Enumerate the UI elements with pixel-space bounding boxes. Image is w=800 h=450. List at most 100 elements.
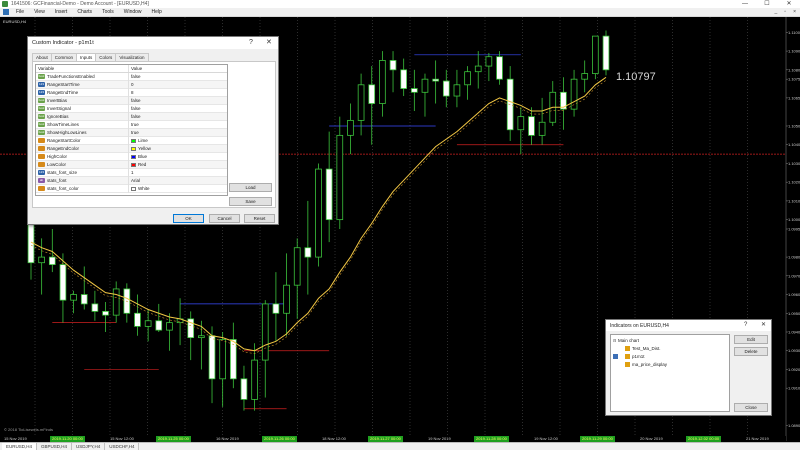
indicators-close-icon[interactable]: ✕ [761,320,766,331]
tree-indicator-test-ma-dist[interactable]: Test_Ma_Dist. [625,345,661,352]
help-button[interactable]: ? [249,37,253,49]
input-value-cell[interactable]: false [129,73,227,81]
bearish-candle [432,78,439,82]
str-type-icon: ab [38,178,45,183]
input-value-text: 8 [131,90,134,95]
bullish-candle [538,121,546,136]
save-button[interactable]: Save [229,197,272,206]
tab-visualization[interactable]: Visualization [115,53,149,61]
menu-bar: File View Insert Charts Tools Window Hel… [0,8,800,17]
maximize-button[interactable]: ☐ [756,0,778,8]
input-value-text: 0 [131,82,134,87]
bearish-candle [368,84,376,104]
tab-usdchf[interactable]: USDCHF,H4 [105,443,140,450]
input-variable-cell: HighColor [36,152,129,161]
input-variable-cell: bool InvertSignal [36,104,129,113]
menu-window[interactable]: Window [119,9,147,15]
tree-indicator-label: p1m1t [632,354,645,359]
input-variable-cell: bool ShowHighLowLines [36,128,129,137]
input-value-cell[interactable]: false [129,97,227,105]
bearish-candle [389,60,397,71]
input-variable-name: RangeEndColor [47,146,80,151]
child-restore-button[interactable]: ▫ [784,8,786,17]
child-minimize-button[interactable]: _ [775,8,778,17]
tab-common[interactable]: Common [50,53,78,61]
bool-type-icon: bool [38,74,45,79]
close-window-button[interactable]: ✕ [778,0,800,8]
price-axis-label: 1.1040 [788,142,800,147]
bearish-candle [602,35,610,71]
input-value-cell[interactable]: false [129,105,227,113]
input-value-cell[interactable]: White [129,185,227,193]
input-variable-name: IgnoreBias [47,114,69,119]
tree-indicator-ma-price-display[interactable]: ma_price_display [625,361,667,368]
bullish-candle [485,56,493,67]
input-value-cell[interactable]: true [129,129,227,137]
bearish-candle [59,264,67,301]
input-row[interactable]: stats_font_color White [36,184,227,193]
input-value-cell[interactable]: 0 [129,81,227,89]
bullish-candle [517,116,525,131]
bullish-candle [474,65,482,73]
indicator-icon [625,362,630,367]
input-value-cell[interactable]: false [129,113,227,121]
edit-button[interactable]: Edit [734,335,768,344]
bearish-candle [528,116,535,136]
bearish-candle [272,303,280,314]
input-variable-cell: LowColor [36,160,129,169]
reset-button[interactable]: Reset [244,214,275,223]
dialog-close-icon[interactable]: ✕ [266,37,272,49]
ok-button[interactable]: OK [173,214,204,223]
input-value-cell[interactable]: Lime [129,137,227,145]
bullish-candle [581,73,589,80]
input-value-cell[interactable]: Arial [129,177,227,185]
menu-view[interactable]: View [29,9,50,15]
tree-main-chart-label: Main chart [618,338,640,343]
input-value-cell[interactable]: Blue [129,153,227,161]
dialog-title: Custom Indicator - p1m1t [32,40,94,46]
menu-charts[interactable]: Charts [72,9,97,15]
color-swatch [131,146,136,151]
load-button[interactable]: Load [229,183,272,192]
bullish-candle [219,339,226,380]
bearish-candle [442,80,450,97]
bullish-candle [592,35,599,74]
minimize-button[interactable]: — [734,0,756,8]
color-type-icon [38,186,45,191]
bool-type-icon: bool [38,98,45,103]
input-value-cell[interactable]: true [129,121,227,129]
tree-indicator-label: Test_Ma_Dist. [632,346,661,351]
menu-help[interactable]: Help [147,9,167,15]
color-type-icon [38,138,45,143]
bearish-candle [155,320,163,331]
tab-gbpusd[interactable]: GBPUSD,H4 [37,443,73,450]
child-close-button[interactable]: × [793,8,796,17]
collapse-icon[interactable]: ⊟ [613,338,617,343]
bearish-candle [496,56,503,80]
input-value-cell[interactable]: Yellow [129,145,227,153]
input-value-cell[interactable]: Red [129,161,227,169]
tab-colors[interactable]: Colors [95,53,117,61]
cancel-button[interactable]: Cancel [209,214,240,223]
tab-usdjpy[interactable]: USDJPY,H4 [72,443,106,450]
tree-main-chart[interactable]: ⊟ Main chart [613,337,640,359]
input-value-cell[interactable]: 8 [129,89,227,97]
input-value-text: false [131,74,141,79]
bearish-candle [304,247,312,258]
tab-eurusd[interactable]: EURUSD,H4 [2,443,38,450]
tab-about[interactable]: About [32,53,52,61]
input-variable-cell: bool InvertBias [36,96,129,105]
menu-tools[interactable]: Tools [97,9,119,15]
price-axis-label: 1.0960 [788,292,800,297]
menu-insert[interactable]: Insert [50,9,73,15]
input-variable-cell: bool IgnoreBias [36,112,129,121]
delete-button[interactable]: Delete [734,347,768,356]
input-variable-cell: bool ShowTimeLines [36,120,129,129]
tree-indicator-p1m1t[interactable]: p1m1t [625,353,645,360]
price-axis-label: 1.0980 [788,255,800,260]
close-button[interactable]: Close [734,403,768,412]
menu-file[interactable]: File [11,9,29,15]
indicators-help-button[interactable]: ? [744,320,747,331]
terminal-window: 1641506: GCFinancial-Demo - Demo Account… [0,0,800,450]
input-value-cell[interactable]: 1 [129,169,227,177]
